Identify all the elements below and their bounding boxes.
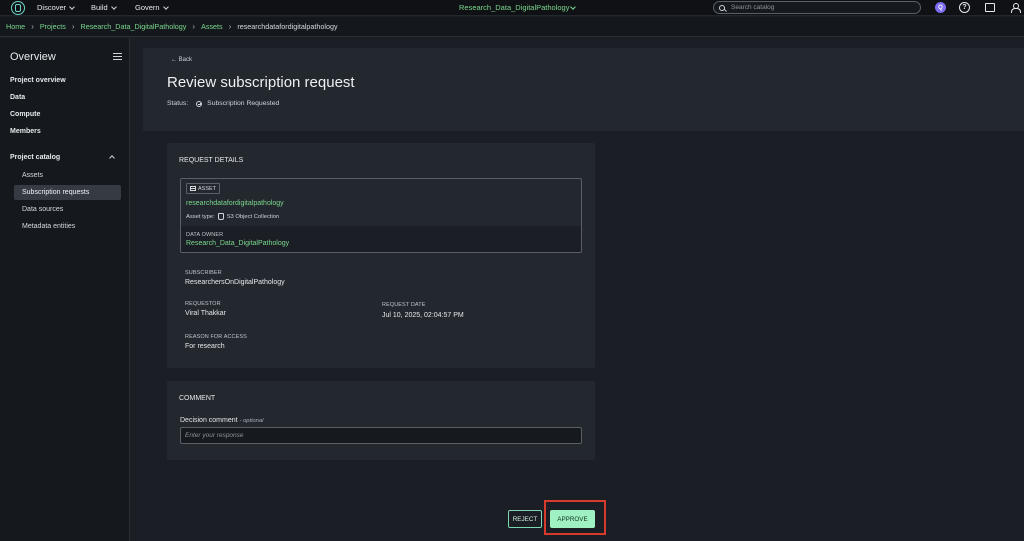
request-details-card: REQUEST DETAILS ASSET researchdatafordig…: [167, 143, 595, 368]
breadcrumb-separator-icon: ›: [228, 22, 232, 31]
nav-build-label: Build: [91, 3, 108, 12]
sidebar-item-members[interactable]: Members: [10, 128, 41, 135]
comment-title: COMMENT: [179, 395, 216, 402]
sidebar-section-project-catalog[interactable]: Project catalog: [10, 154, 60, 161]
request-date-label: REQUEST DATE: [382, 302, 426, 308]
page-header: ← Back Review subscription request Statu…: [143, 48, 1024, 131]
ai-assistant-icon[interactable]: Q: [935, 2, 946, 13]
breadcrumb-current: researchdatafordigitalpathology: [237, 22, 338, 31]
data-owner-section: DATA OWNER Research_Data_DigitalPatholog…: [181, 226, 581, 252]
breadcrumb-assets[interactable]: Assets: [201, 22, 223, 31]
help-icon[interactable]: ?: [959, 2, 970, 13]
sidebar-item-assets[interactable]: Assets: [14, 168, 121, 183]
asset-type-value: S3 Object Collection: [226, 213, 280, 220]
sidebar-item-compute[interactable]: Compute: [10, 111, 40, 118]
sidebar-item-data-sources[interactable]: Data sources: [14, 202, 121, 217]
reject-button[interactable]: REJECT: [508, 510, 542, 528]
asset-type-label: Asset type:: [186, 213, 215, 220]
reason-value: For research: [185, 343, 225, 350]
breadcrumb-separator-icon: ›: [31, 22, 34, 31]
feedback-icon[interactable]: [985, 3, 995, 12]
search-input[interactable]: [731, 4, 911, 11]
search-box[interactable]: [713, 1, 921, 14]
decision-comment-input[interactable]: [180, 427, 582, 444]
request-date-value: Jul 10, 2025, 02:04:57 PM: [382, 312, 464, 319]
app-logo-icon[interactable]: [11, 1, 25, 15]
back-link[interactable]: ← Back: [171, 57, 192, 63]
breadcrumb-projects[interactable]: Projects: [40, 22, 66, 31]
s3-bucket-icon: [217, 213, 224, 220]
sidebar-item-subscription-requests[interactable]: Subscription requests: [14, 185, 121, 200]
nav-govern[interactable]: Govern: [135, 3, 169, 12]
chevron-up-icon[interactable]: [109, 155, 115, 161]
chevron-down-icon: [69, 3, 76, 10]
status-pending-icon: [196, 100, 203, 107]
approve-button[interactable]: APPROVE: [550, 510, 595, 528]
subscriber-label: SUBSCRIBER: [185, 270, 222, 276]
sidebar: Overview Project overview Data Compute M…: [0, 38, 130, 541]
chevron-down-icon: [110, 3, 117, 10]
sidebar-title: Overview: [10, 51, 56, 63]
requestor-value: Viral Thakkar: [185, 310, 226, 317]
search-icon: [719, 4, 725, 11]
nav-build[interactable]: Build: [91, 3, 117, 12]
decision-comment-label-text: Decision comment: [180, 417, 238, 424]
status-badge: Subscription Requested: [207, 100, 280, 107]
reason-label: REASON FOR ACCESS: [185, 334, 247, 340]
user-profile-icon[interactable]: [1010, 2, 1021, 13]
asset-badge: ASSET: [186, 183, 221, 194]
arrow-left-icon: ←: [171, 57, 179, 63]
table-icon: [190, 186, 196, 191]
asset-badge-label: ASSET: [198, 185, 217, 192]
sidebar-item-data[interactable]: Data: [10, 94, 25, 101]
sidebar-item-project-overview[interactable]: Project overview: [10, 77, 66, 84]
asset-type: Asset type: S3 Object Collection: [186, 213, 279, 220]
nav-discover-label: Discover: [37, 3, 67, 12]
project-selector[interactable]: Research_Data_DigitalPathology: [459, 3, 577, 12]
data-owner-label: DATA OWNER: [186, 232, 224, 238]
breadcrumb: Home › Projects › Research_Data_DigitalP…: [0, 17, 1024, 37]
ai-assistant-label: Q: [938, 4, 943, 11]
subscriber-value: ResearchersOnDigitalPathology: [185, 279, 285, 286]
requestor-label: REQUESTOR: [185, 301, 221, 307]
request-details-title: REQUEST DETAILS: [179, 157, 244, 164]
asset-name-link[interactable]: researchdatafordigitalpathology: [186, 200, 284, 207]
breadcrumb-project[interactable]: Research_Data_DigitalPathology: [81, 22, 187, 31]
status-label: Status:: [167, 100, 189, 107]
back-link-label: Back: [178, 57, 193, 63]
top-nav: Discover Build Govern Research_Data_Digi…: [0, 0, 1024, 16]
breadcrumb-separator-icon: ›: [192, 22, 196, 31]
sidebar-item-metadata-entities[interactable]: Metadata entities: [14, 219, 121, 234]
nav-discover[interactable]: Discover: [37, 3, 76, 12]
project-selector-label: Research_Data_DigitalPathology: [459, 3, 570, 12]
collapse-sidebar-icon[interactable]: [113, 53, 122, 60]
asset-box: ASSET researchdatafordigitalpathology As…: [180, 178, 582, 253]
breadcrumb-separator-icon: ›: [71, 22, 75, 31]
page-title: Review subscription request: [167, 74, 355, 91]
data-owner-link[interactable]: Research_Data_DigitalPathology: [186, 240, 289, 247]
optional-hint: - optional: [239, 418, 264, 424]
decision-comment-label: Decision comment - optional: [180, 417, 263, 424]
status-row: Status: Subscription Requested: [167, 100, 279, 107]
breadcrumb-home[interactable]: Home: [6, 22, 25, 31]
chevron-down-icon: [162, 3, 169, 10]
comment-card: COMMENT Decision comment - optional: [167, 381, 595, 460]
nav-govern-label: Govern: [135, 3, 160, 12]
chevron-down-icon: [570, 3, 577, 10]
